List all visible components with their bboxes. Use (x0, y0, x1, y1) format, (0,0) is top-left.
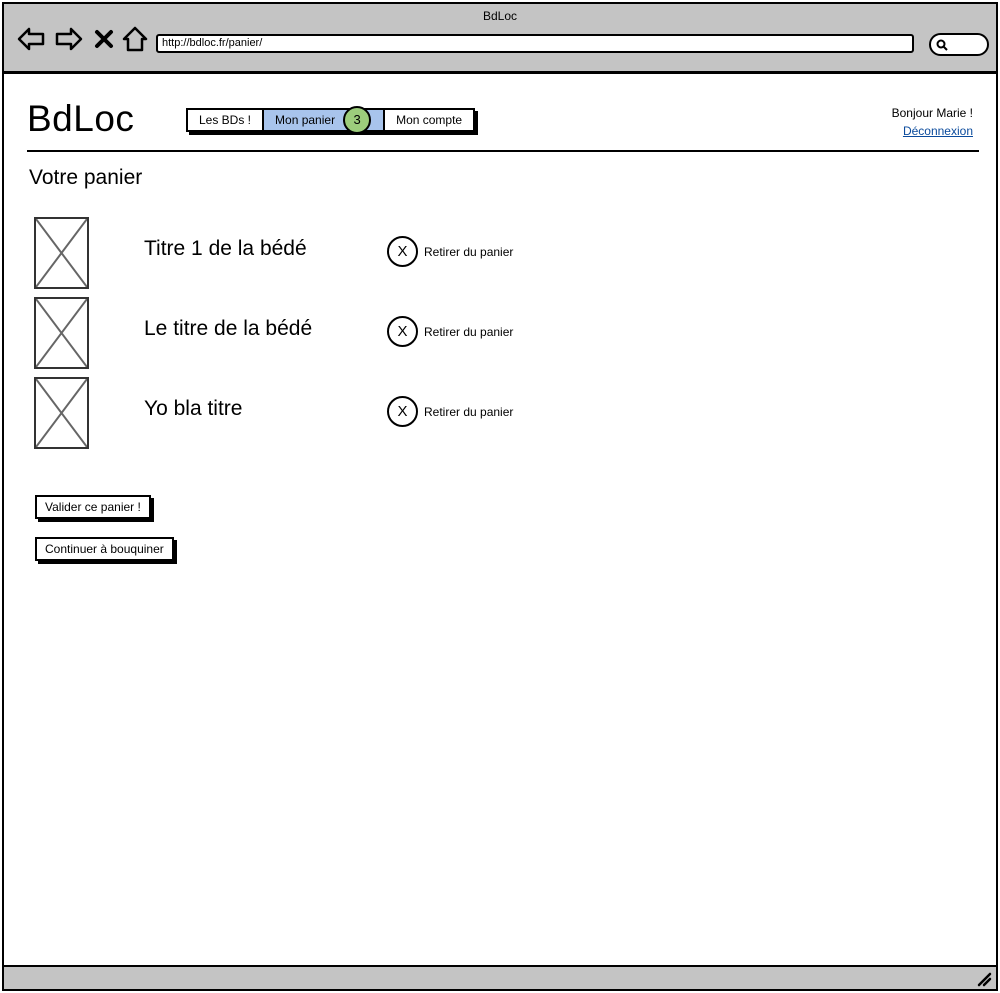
continue-browsing-button[interactable]: Continuer à bouquiner (35, 537, 174, 561)
stop-icon[interactable] (92, 24, 116, 54)
tab-les-bds[interactable]: Les BDs ! (188, 110, 265, 130)
image-placeholder-icon[interactable] (34, 297, 89, 369)
window-title: BdLoc (482, 9, 518, 23)
browser-chrome: BdLoc http://bdloc.fr/panier/ (4, 4, 996, 74)
tab-mon-panier-label: Mon panier (275, 113, 336, 127)
close-icon[interactable]: X (387, 316, 418, 347)
tab-mon-compte[interactable]: Mon compte (385, 110, 473, 130)
remove-from-cart-link[interactable]: Retirer du panier (424, 245, 513, 259)
main-nav-tabs: Les BDs ! Mon panier 3 Mon compte (186, 106, 476, 134)
user-greeting: Bonjour Marie ! (891, 106, 973, 120)
close-icon[interactable]: X (387, 396, 418, 427)
image-placeholder-icon[interactable] (34, 217, 89, 289)
cart-item: Titre 1 de la bédé X Retirer du panier (32, 217, 552, 289)
cart-item-title[interactable]: Yo bla titre (144, 397, 242, 421)
browser-search-field[interactable] (929, 33, 989, 56)
image-placeholder-icon[interactable] (34, 377, 89, 449)
home-icon[interactable] (120, 24, 150, 54)
back-arrow-icon[interactable] (16, 24, 46, 54)
site-logo[interactable]: BdLoc (27, 98, 134, 140)
cart-item: Yo bla titre X Retirer du panier (32, 377, 552, 449)
browser-window: BdLoc http://bdloc.fr/panier/ BdLoc Les … (2, 2, 998, 991)
browser-status-bar (4, 965, 996, 989)
tab-mon-panier[interactable]: Mon panier 3 (264, 106, 386, 134)
cart-item: Le titre de la bédé X Retirer du panier (32, 297, 552, 369)
resize-grip-icon[interactable] (976, 971, 992, 987)
page-title: Votre panier (29, 166, 143, 189)
remove-from-cart-link[interactable]: Retirer du panier (424, 325, 513, 339)
url-input[interactable]: http://bdloc.fr/panier/ (156, 34, 914, 53)
search-icon (936, 39, 948, 51)
forward-arrow-icon[interactable] (54, 24, 84, 54)
header-divider (27, 150, 979, 152)
cart-count-badge: 3 (343, 106, 372, 134)
validate-cart-button[interactable]: Valider ce panier ! (35, 495, 151, 519)
cart-item-title[interactable]: Titre 1 de la bédé (144, 237, 307, 261)
close-icon[interactable]: X (387, 236, 418, 267)
remove-from-cart-link[interactable]: Retirer du panier (424, 405, 513, 419)
logout-link[interactable]: Déconnexion (903, 124, 973, 138)
cart-item-title[interactable]: Le titre de la bédé (144, 317, 312, 341)
